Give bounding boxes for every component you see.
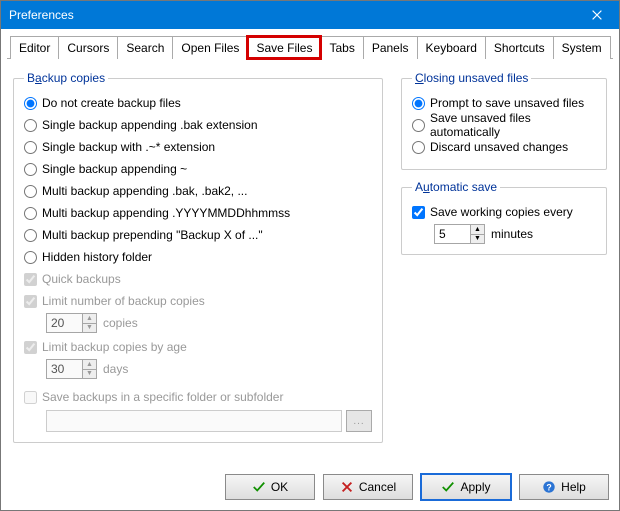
quick-backups-checkbox bbox=[24, 273, 37, 286]
ok-label: OK bbox=[271, 480, 288, 494]
spin-up-icon: ▲ bbox=[83, 314, 96, 324]
browse-folder-button: ... bbox=[346, 410, 372, 432]
help-icon: ? bbox=[542, 480, 556, 494]
backup-opt-prepend-label: Multi backup prepending "Backup X of ...… bbox=[42, 228, 263, 242]
backup-opt-datetime[interactable] bbox=[24, 207, 37, 220]
backup-opt-datetime-label: Multi backup appending .YYYYMMDDhhmmss bbox=[42, 206, 290, 220]
closing-opt-discard-label: Discard unsaved changes bbox=[430, 140, 568, 154]
tab-search[interactable]: Search bbox=[117, 36, 173, 59]
ok-button[interactable]: OK bbox=[225, 474, 315, 500]
spin-down-icon[interactable]: ▼ bbox=[471, 235, 484, 244]
closing-opt-discard[interactable] bbox=[412, 141, 425, 154]
tab-panels[interactable]: Panels bbox=[363, 36, 418, 59]
cancel-icon bbox=[340, 480, 354, 494]
spin-down-icon: ▼ bbox=[83, 324, 96, 333]
spin-up-icon: ▲ bbox=[83, 360, 96, 370]
quick-backups-label: Quick backups bbox=[42, 272, 121, 286]
limit-number-checkbox bbox=[24, 295, 37, 308]
tab-open-files[interactable]: Open Files bbox=[172, 36, 248, 59]
check-icon bbox=[441, 480, 455, 494]
backup-copies-group: Backup copies Do not create backup files… bbox=[13, 71, 383, 443]
window-title: Preferences bbox=[9, 8, 74, 22]
tab-bar: Editor Cursors Search Open Files Save Fi… bbox=[7, 35, 613, 59]
backup-opt-tilde-star[interactable] bbox=[24, 141, 37, 154]
auto-save-value[interactable] bbox=[434, 224, 470, 244]
specific-folder-checkbox bbox=[24, 391, 37, 404]
backup-opt-bak[interactable] bbox=[24, 119, 37, 132]
tab-save-files[interactable]: Save Files bbox=[247, 36, 321, 59]
svg-text:?: ? bbox=[546, 483, 551, 493]
limit-number-label: Limit number of backup copies bbox=[42, 294, 205, 308]
backup-opt-bak-label: Single backup appending .bak extension bbox=[42, 118, 258, 132]
tab-system[interactable]: System bbox=[553, 36, 611, 59]
backup-opt-tilde-label: Single backup appending ~ bbox=[42, 162, 187, 176]
tab-keyboard[interactable]: Keyboard bbox=[417, 36, 486, 59]
backup-opt-prepend[interactable] bbox=[24, 229, 37, 242]
backup-opt-none[interactable] bbox=[24, 97, 37, 110]
limit-age-label: Limit backup copies by age bbox=[42, 340, 187, 354]
tab-shortcuts[interactable]: Shortcuts bbox=[485, 36, 554, 59]
backup-opt-multi-bak[interactable] bbox=[24, 185, 37, 198]
tab-tabs[interactable]: Tabs bbox=[320, 36, 363, 59]
limit-age-checkbox bbox=[24, 341, 37, 354]
specific-folder-label: Save backups in a specific folder or sub… bbox=[42, 390, 283, 404]
backup-legend: Backup copies bbox=[24, 71, 108, 85]
closing-legend: Closing unsaved files bbox=[412, 71, 531, 85]
closing-opt-prompt[interactable] bbox=[412, 97, 425, 110]
spin-up-icon[interactable]: ▲ bbox=[471, 225, 484, 235]
limit-number-value bbox=[46, 313, 82, 333]
close-button[interactable] bbox=[575, 1, 619, 29]
help-label: Help bbox=[561, 480, 586, 494]
backup-opt-multi-bak-label: Multi backup appending .bak, .bak2, ... bbox=[42, 184, 247, 198]
specific-folder-input bbox=[46, 410, 342, 432]
closing-opt-auto[interactable] bbox=[412, 119, 425, 132]
backup-opt-hidden[interactable] bbox=[24, 251, 37, 264]
spin-down-icon: ▼ bbox=[83, 370, 96, 379]
tab-editor[interactable]: Editor bbox=[10, 36, 59, 59]
closing-unsaved-group: Closing unsaved files Prompt to save uns… bbox=[401, 71, 607, 170]
backup-opt-hidden-label: Hidden history folder bbox=[42, 250, 152, 264]
backup-opt-tilde[interactable] bbox=[24, 163, 37, 176]
automatic-save-group: Automatic save Save working copies every… bbox=[401, 180, 607, 255]
apply-button[interactable]: Apply bbox=[421, 474, 511, 500]
backup-opt-tilde-star-label: Single backup with .~* extension bbox=[42, 140, 215, 154]
auto-legend: Automatic save bbox=[412, 180, 500, 194]
limit-age-value bbox=[46, 359, 82, 379]
closing-opt-prompt-label: Prompt to save unsaved files bbox=[430, 96, 584, 110]
limit-age-unit: days bbox=[103, 362, 128, 376]
apply-label: Apply bbox=[460, 480, 490, 494]
check-icon bbox=[252, 480, 266, 494]
backup-opt-none-label: Do not create backup files bbox=[42, 96, 181, 110]
auto-save-label: Save working copies every bbox=[430, 205, 573, 219]
limit-number-unit: copies bbox=[103, 316, 138, 330]
auto-save-checkbox[interactable] bbox=[412, 206, 425, 219]
help-button[interactable]: ? Help bbox=[519, 474, 609, 500]
cancel-label: Cancel bbox=[359, 480, 396, 494]
closing-opt-auto-label: Save unsaved files automatically bbox=[430, 111, 596, 139]
cancel-button[interactable]: Cancel bbox=[323, 474, 413, 500]
close-icon bbox=[590, 8, 604, 22]
auto-save-unit: minutes bbox=[491, 227, 533, 241]
tab-cursors[interactable]: Cursors bbox=[58, 36, 118, 59]
